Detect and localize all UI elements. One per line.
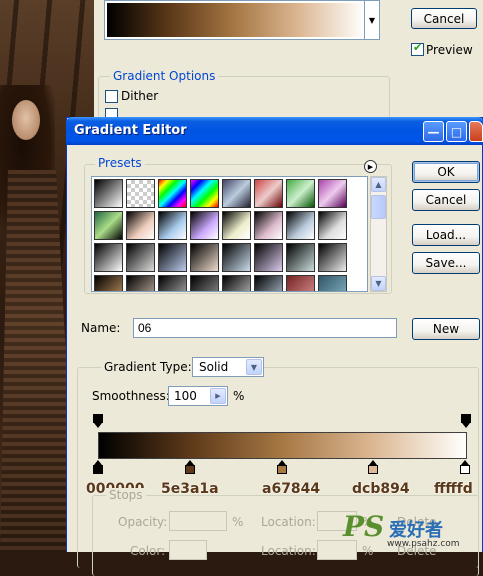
gradient-dropdown-arrow[interactable]: ▼ (364, 1, 379, 39)
preset-swatch[interactable] (254, 243, 283, 272)
gradient-editor-window: Gradient Editor — □ Presets ▶ ▲ ▼ OK Can… (66, 117, 483, 576)
color-stop[interactable] (93, 460, 103, 474)
stops-title: Stops (106, 488, 146, 502)
color-stop[interactable] (460, 460, 470, 474)
smoothness-unit: % (233, 389, 245, 403)
preset-swatch[interactable] (94, 179, 123, 208)
preset-swatch[interactable] (126, 179, 155, 208)
close-icon[interactable] (469, 121, 483, 142)
color-label: Color: (130, 544, 166, 558)
opacity-label: Opacity: (118, 515, 168, 529)
new-button[interactable]: New (412, 318, 480, 340)
chevron-right-icon[interactable]: ▶ (210, 388, 226, 404)
gradient-type-value: Solid (199, 360, 229, 374)
name-input[interactable] (133, 318, 397, 338)
preset-swatch[interactable] (318, 275, 347, 291)
opacity-field[interactable] (169, 511, 227, 531)
preset-swatch[interactable] (190, 243, 219, 272)
preset-swatch[interactable] (318, 211, 347, 240)
dither-label: Dither (121, 89, 159, 103)
opacity-unit: % (232, 515, 244, 529)
preset-swatch[interactable] (222, 275, 251, 291)
preset-swatch[interactable] (190, 275, 219, 291)
gradient-preview-bar[interactable] (107, 3, 364, 37)
cancel-button[interactable]: Cancel (412, 189, 480, 211)
name-label: Name: (81, 321, 121, 335)
preset-swatch[interactable] (254, 179, 283, 208)
preset-swatch[interactable] (190, 211, 219, 240)
preset-swatch[interactable] (318, 179, 347, 208)
preset-swatch[interactable] (158, 275, 187, 291)
maximize-icon[interactable]: □ (446, 121, 467, 142)
presets-title: Presets (95, 156, 145, 170)
preset-swatch[interactable] (94, 243, 123, 272)
window-title: Gradient Editor (74, 123, 187, 138)
color-swatch-field[interactable] (169, 540, 207, 560)
preset-swatch[interactable] (286, 275, 315, 291)
watermark-logo: PS (343, 510, 385, 543)
watermark: PS 爱好者 www.psahz.com (329, 510, 479, 550)
preset-swatch[interactable] (94, 211, 123, 240)
location-label: Location: (261, 515, 316, 529)
minimize-icon[interactable]: — (423, 121, 444, 142)
opacity-stop-right[interactable] (461, 414, 471, 428)
preset-swatch[interactable] (318, 243, 347, 272)
color-stop[interactable] (368, 460, 379, 474)
preview-checkbox[interactable] (411, 41, 424, 56)
presets-grid (91, 176, 368, 292)
color-stop[interactable] (276, 460, 287, 474)
preset-swatch[interactable] (222, 211, 251, 240)
presets-scrollbar[interactable]: ▲ ▼ (370, 176, 387, 292)
scroll-down-icon[interactable]: ▼ (371, 276, 386, 291)
title-bar[interactable]: Gradient Editor — □ (66, 117, 483, 145)
preset-swatch[interactable] (126, 275, 155, 291)
opacity-stop-left[interactable] (93, 414, 103, 428)
load-button[interactable]: Load... (412, 224, 480, 246)
preset-swatch[interactable] (254, 211, 283, 240)
gradient-options-title: Gradient Options (110, 69, 219, 83)
chevron-down-icon[interactable]: ▼ (246, 359, 262, 375)
back-cancel-button[interactable]: Cancel (411, 8, 477, 29)
color-stop[interactable] (184, 460, 195, 474)
preset-swatch[interactable] (286, 243, 315, 272)
watermark-url: www.psahz.com (387, 539, 460, 549)
smoothness-label: Smoothness: (92, 389, 170, 403)
ok-button[interactable]: OK (412, 161, 480, 183)
gradient-swatch[interactable]: ▼ (104, 0, 380, 40)
presets-menu-icon[interactable]: ▶ (364, 160, 377, 173)
scroll-thumb[interactable] (371, 195, 386, 219)
preset-swatch[interactable] (126, 211, 155, 240)
preset-swatch[interactable] (158, 243, 187, 272)
preset-swatch[interactable] (222, 179, 251, 208)
scroll-up-icon[interactable]: ▲ (371, 177, 386, 192)
preset-swatch[interactable] (286, 211, 315, 240)
dither-checkbox[interactable] (105, 90, 118, 103)
preset-swatch[interactable] (222, 243, 251, 272)
preset-swatch[interactable] (158, 211, 187, 240)
preview-label: Preview (426, 43, 473, 57)
save-button[interactable]: Save... (412, 252, 480, 274)
preset-swatch[interactable] (158, 179, 187, 208)
location2-label: Location: (261, 544, 316, 558)
smoothness-value: 100 (174, 389, 197, 403)
preset-swatch[interactable] (286, 179, 315, 208)
smoothness-field[interactable]: 100 ▶ (168, 386, 228, 406)
preset-swatch[interactable] (254, 275, 283, 291)
face (12, 100, 40, 140)
preset-swatch[interactable] (126, 243, 155, 272)
gradient-bar[interactable] (98, 432, 467, 459)
preset-swatch[interactable] (94, 275, 123, 291)
preset-swatch[interactable] (190, 179, 219, 208)
gradient-type-label: Gradient Type: (101, 360, 195, 374)
gradient-type-select[interactable]: Solid ▼ (192, 357, 264, 377)
